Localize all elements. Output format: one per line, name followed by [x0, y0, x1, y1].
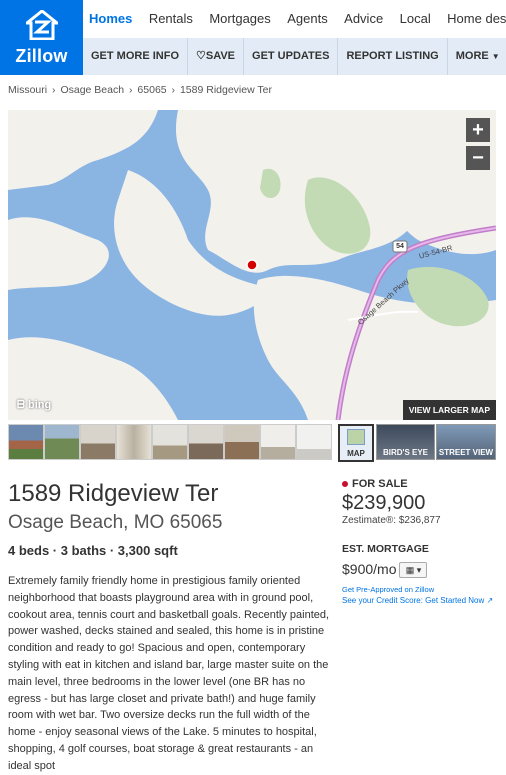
breadcrumb-separator: › [171, 84, 176, 96]
mortgage-row: $900/mo ▦ ▾ [342, 561, 506, 579]
nav-home-design[interactable]: Home design [441, 0, 506, 38]
zoom-out-button[interactable]: − [466, 146, 490, 170]
photo-thumbnail[interactable] [296, 424, 332, 460]
photo-thumbnail[interactable] [188, 424, 224, 460]
map-graphic [8, 110, 496, 420]
listing-city-state-zip: Osage Beach, MO 65065 [8, 512, 223, 533]
listing-facts: 4 beds · 3 baths · 3,300 sqft [8, 543, 178, 558]
photo-thumbnail[interactable] [44, 424, 80, 460]
bing-attribution: ᗷ bing [17, 399, 52, 411]
map-icon [347, 429, 365, 445]
credit-score-link[interactable]: See your Credit Score: Get Started Now ↗ [342, 596, 506, 605]
save-button[interactable]: ♡SAVE [188, 38, 245, 75]
listing-description: Extremely family friendly home in presti… [8, 575, 330, 772]
caret-down-icon: ▼ [491, 52, 500, 61]
breadcrumb-separator: › [129, 84, 133, 96]
photo-thumbnail[interactable] [152, 424, 188, 460]
bing-logo-icon: ᗷ [17, 399, 25, 411]
nav-rentals[interactable]: Rentals [143, 0, 199, 38]
breadcrumb: Missouri › Osage Beach › 65065 › 1589 Ri… [8, 84, 274, 96]
get-preapproved-link[interactable]: Get Pre-Approved on Zillow [342, 585, 506, 594]
external-link-icon: ↗ [486, 596, 494, 606]
photo-thumbnail[interactable] [80, 424, 116, 460]
zoom-in-button[interactable]: + [466, 118, 490, 142]
house-logo-icon [26, 10, 58, 40]
property-marker-icon[interactable] [246, 259, 258, 271]
listing-address: 1589 Ridgeview Ter [8, 480, 219, 507]
view-larger-map-button[interactable]: VIEW LARGER MAP [402, 400, 496, 420]
breadcrumb-address: 1589 Ridgeview Ter [179, 84, 272, 96]
breadcrumb-zip[interactable]: 65065 [137, 84, 166, 96]
breadcrumb-state[interactable]: Missouri [8, 84, 47, 96]
brand-name: Zillow [15, 46, 68, 66]
nav-mortgages[interactable]: Mortgages [203, 0, 276, 38]
zestimate[interactable]: Zestimate®: $236,877 [342, 515, 506, 526]
route-shield-label: 54 [396, 243, 404, 250]
photo-thumbnail[interactable] [116, 424, 152, 460]
nav-local[interactable]: Local [394, 0, 437, 38]
pricing-panel: FOR SALE $239,900 Zestimate®: $236,877 E… [342, 478, 506, 605]
nav-homes[interactable]: Homes [83, 0, 138, 38]
photo-thumbnail-strip: MAP BIRD'S EYE STREET VIEW [8, 424, 496, 462]
birds-eye-view-button[interactable]: BIRD'S EYE [376, 424, 435, 460]
listing-action-bar: GET MORE INFO ♡SAVE GET UPDATES REPORT LIST… [83, 38, 506, 75]
get-updates-button[interactable]: GET UPDATES [244, 38, 339, 75]
street-view-button[interactable]: STREET VIEW [436, 424, 496, 460]
get-more-info-button[interactable]: GET MORE INFO [83, 38, 188, 75]
nav-agents[interactable]: Agents [281, 0, 333, 38]
property-map[interactable]: 54 US-54-BR Osage Beach Pkwy + − ᗷ bing … [8, 110, 496, 420]
mortgage-amount: $900/mo [342, 561, 397, 577]
calculator-dropdown[interactable]: ▦ ▾ [399, 562, 428, 579]
more-button[interactable]: MORE ▼ [448, 38, 506, 75]
breadcrumb-city[interactable]: Osage Beach [60, 84, 124, 96]
photo-thumbnail[interactable] [8, 424, 44, 460]
photo-thumbnail[interactable] [260, 424, 296, 460]
heart-icon: ♡ [196, 50, 206, 62]
top-nav: Homes Rentals Mortgages Agents Advice Lo… [83, 0, 506, 39]
nav-advice[interactable]: Advice [338, 0, 389, 38]
status-dot-icon [342, 481, 348, 488]
breadcrumb-separator: › [52, 84, 56, 96]
map-view-button[interactable]: MAP [338, 424, 374, 462]
calculator-icon: ▦ [405, 565, 415, 576]
caret-down-icon: ▾ [416, 565, 422, 576]
status-badge: FOR SALE [342, 478, 506, 490]
listing-price: $239,900 [342, 492, 426, 514]
zillow-logo[interactable]: Zillow [0, 0, 83, 75]
photo-thumbnail[interactable] [224, 424, 260, 460]
report-listing-button[interactable]: REPORT LISTING [338, 38, 448, 75]
est-mortgage-label: EST. MORTGAGE [342, 543, 429, 555]
